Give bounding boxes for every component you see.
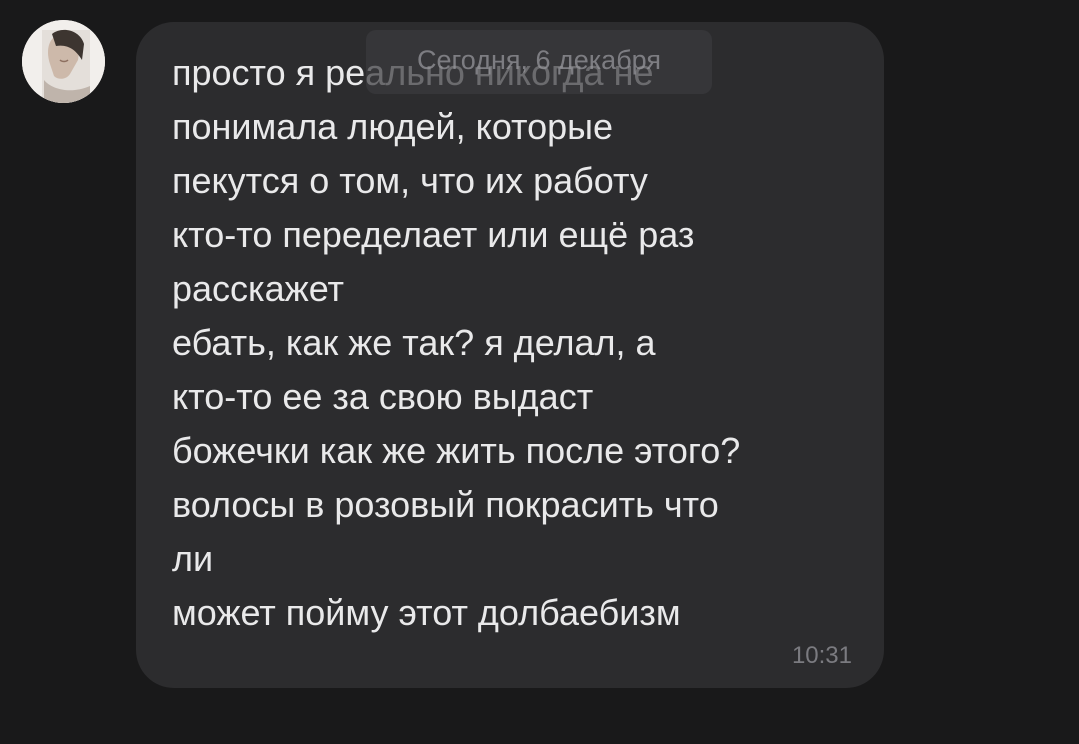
sender-avatar[interactable] [22,20,105,103]
message-line: кто-то переделает или ещё раз [172,214,695,255]
message-line: кто-то ее за свою выдаст [172,376,594,417]
message-line: ли [172,538,214,579]
message-text: просто я реально никогда не понимала люд… [172,46,872,640]
message-line: расскажет [172,268,345,309]
message-timestamp: 10:31 [791,642,852,669]
message-line: ебать, как же так? я делал, а [172,322,656,363]
message-line: пекутся о том, что их работу [172,160,648,201]
message-line: божечки как же жить после этого? [172,430,741,471]
message-line: может пойму этот долбаебизм [172,592,681,633]
chat-screen: просто я реально никогда не понимала люд… [0,0,1079,744]
profile-photo-icon [22,20,105,103]
message-line: понимала людей, которые [172,106,614,147]
message-line: волосы в розовый покрасить что [172,484,719,525]
message-bubble[interactable]: просто я реально никогда не понимала люд… [136,22,884,688]
date-separator: Сегодня, 6 декабря [366,30,712,94]
